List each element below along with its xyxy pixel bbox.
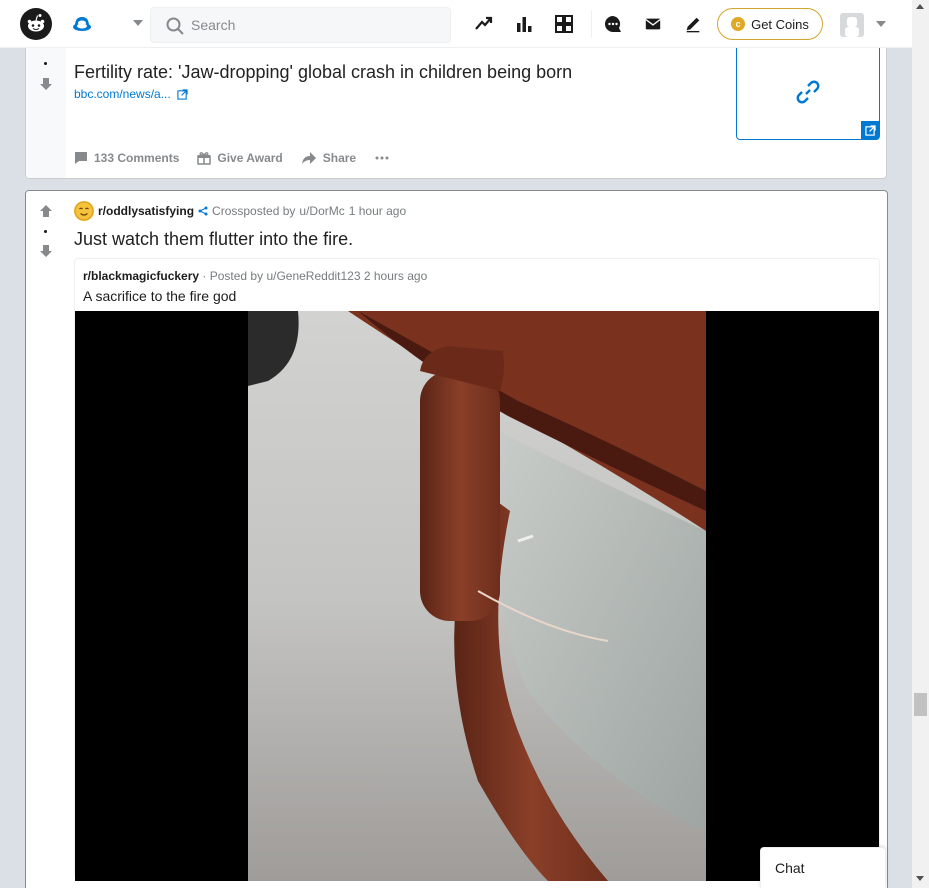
share-label: Share	[322, 151, 357, 165]
subreddit-link[interactable]: r/oddlysatisfying	[98, 204, 194, 218]
rpan-icon[interactable]	[552, 12, 576, 36]
external-link-icon[interactable]	[861, 121, 879, 139]
crosspost-subreddit-link[interactable]: r/blackmagicfuckery	[83, 269, 199, 283]
chat-icon[interactable]	[601, 12, 625, 36]
pencil-icon[interactable]	[681, 12, 705, 36]
comment-icon	[75, 152, 87, 164]
username-link[interactable]: u/DorMc	[299, 204, 344, 218]
trending-icon[interactable]	[472, 12, 496, 36]
crosspost-meta: r/blackmagicfuckery · Posted by u/GeneRe…	[83, 269, 427, 283]
comments-button[interactable]: 133 Comments	[74, 151, 179, 165]
page-scrollbar[interactable]	[912, 0, 929, 888]
post-time[interactable]: 1 hour ago	[349, 204, 406, 218]
search-input[interactable]	[191, 8, 441, 42]
video-still-image	[248, 311, 706, 881]
scrollbar-thumb[interactable]	[914, 693, 927, 716]
search-icon	[166, 17, 184, 35]
downvote-icon[interactable]	[38, 243, 54, 259]
mail-icon[interactable]	[641, 12, 665, 36]
chat-label: Chat	[775, 860, 805, 876]
more-options-button[interactable]	[374, 151, 390, 165]
video-player[interactable]	[75, 311, 879, 881]
more-icon	[375, 156, 389, 160]
post-actions: 133 Comments Give Award Share	[74, 151, 390, 165]
crosspost-embed[interactable]: r/blackmagicfuckery · Posted by u/GeneRe…	[74, 258, 880, 881]
share-icon	[301, 152, 316, 164]
coin-icon: c	[731, 17, 746, 31]
post-title[interactable]: Just watch them flutter into the fire.	[74, 229, 353, 250]
link-text[interactable]: bbc.com/news/a...	[74, 87, 171, 101]
post-card-crosspost[interactable]: r/oddlysatisfying Crossposted by u/DorMc…	[25, 190, 888, 888]
gift-icon	[197, 152, 212, 165]
downvote-icon[interactable]	[38, 76, 54, 92]
vote-column	[26, 191, 66, 888]
give-award-label: Give Award	[217, 151, 283, 165]
avatar[interactable]	[840, 13, 864, 37]
get-coins-button[interactable]: c Get Coins	[717, 8, 823, 40]
give-award-button[interactable]: Give Award	[197, 151, 283, 165]
header-divider	[591, 10, 592, 38]
stats-icon[interactable]	[512, 12, 536, 36]
reddit-logo[interactable]	[20, 8, 52, 40]
post-card[interactable]: Fertility rate: 'Jaw-dropping' global cr…	[25, 30, 887, 179]
video-frame	[248, 311, 706, 881]
scroll-up-arrow-icon[interactable]	[916, 4, 924, 9]
scroll-down-arrow-icon[interactable]	[916, 876, 924, 881]
comments-label: 133 Comments	[94, 151, 180, 165]
get-coins-label: Get Coins	[751, 16, 809, 32]
crosspost-icon	[198, 206, 208, 216]
upvote-icon[interactable]	[38, 203, 54, 219]
chevron-down-icon[interactable]	[133, 20, 143, 26]
crosspost-time[interactable]: 2 hours ago	[364, 269, 427, 283]
link-thumbnail[interactable]	[736, 44, 880, 140]
post-title[interactable]: Fertility rate: 'Jaw-dropping' global cr…	[74, 62, 572, 83]
share-button[interactable]: Share	[301, 151, 356, 165]
vote-dot	[44, 62, 47, 65]
crosspost-posted-by[interactable]: · Posted by u/GeneReddit123	[202, 269, 360, 283]
post-link[interactable]: bbc.com/news/a...	[74, 87, 188, 101]
crosspost-title[interactable]: A sacrifice to the fire god	[83, 288, 236, 304]
external-link-icon	[177, 88, 188, 100]
home-icon[interactable]	[71, 13, 93, 35]
top-header: c Get Coins	[0, 0, 912, 48]
vote-dot	[44, 230, 47, 233]
reddit-alien-icon	[27, 14, 45, 32]
user-menu-chevron-icon[interactable]	[876, 21, 886, 27]
link-icon	[796, 80, 820, 104]
search-bar[interactable]	[150, 7, 451, 43]
subreddit-icon[interactable]	[74, 201, 94, 221]
post-meta: r/oddlysatisfying Crossposted by u/DorMc…	[74, 201, 406, 221]
crosspost-label: Crossposted by	[212, 204, 296, 218]
chat-widget[interactable]: Chat	[760, 847, 886, 888]
vote-column	[26, 31, 66, 178]
